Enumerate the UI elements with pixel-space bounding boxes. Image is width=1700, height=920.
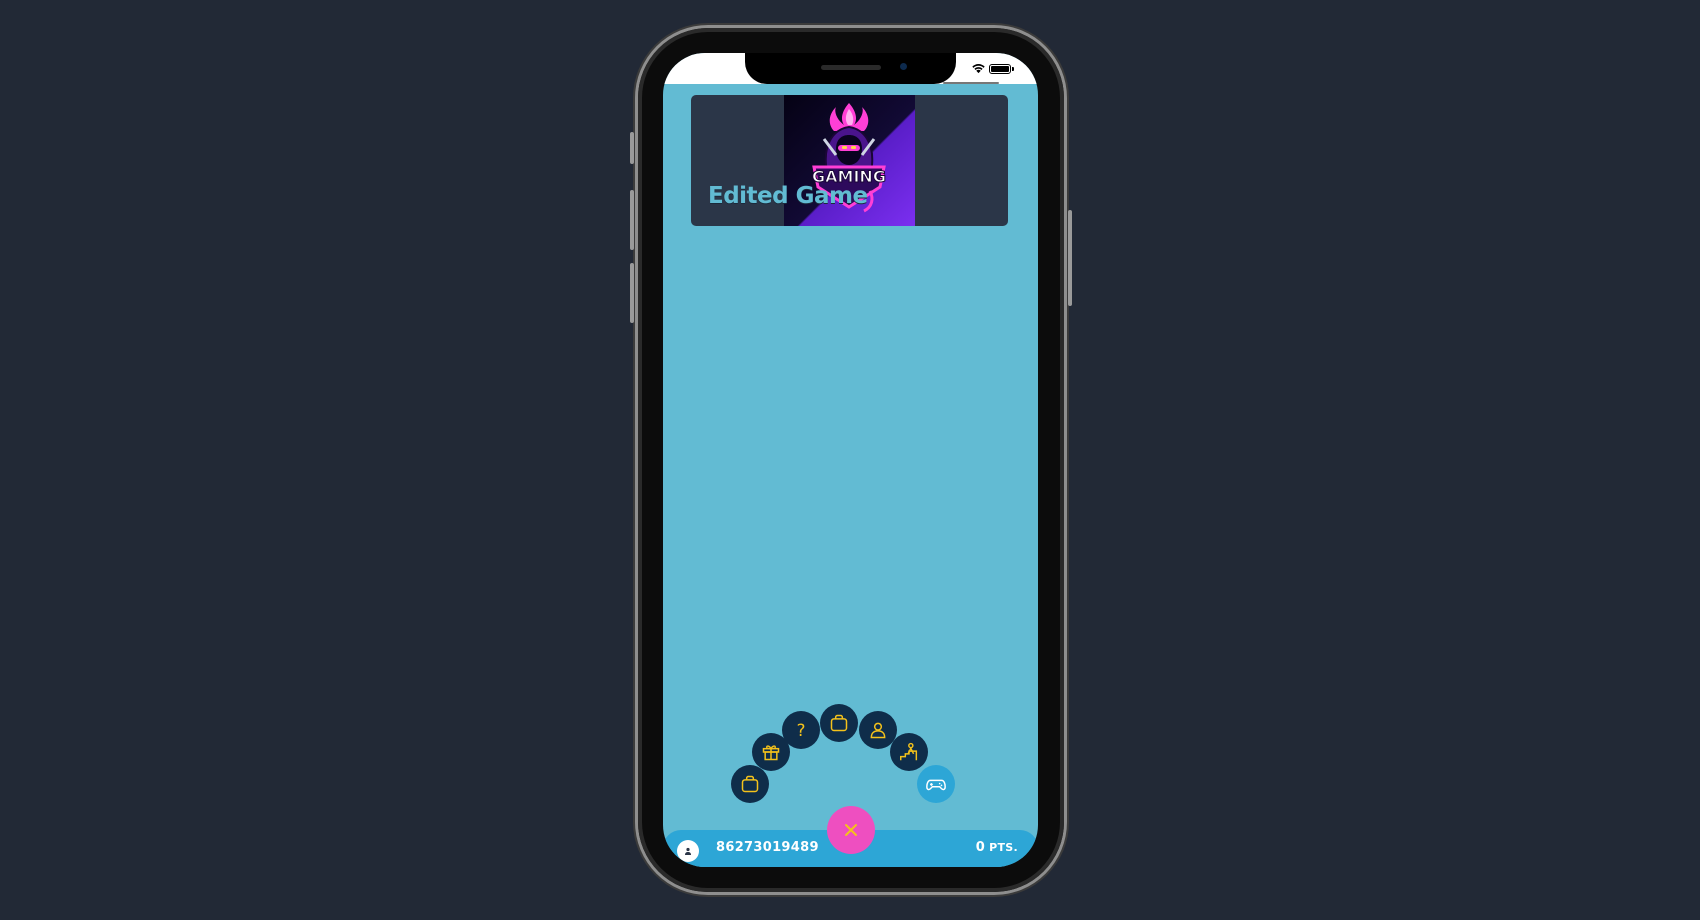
user-phone-number: 86273019489 [716, 840, 819, 855]
notch [745, 53, 956, 84]
games-menu-button[interactable] [917, 765, 955, 803]
status-indicator-line [943, 82, 999, 84]
game-card[interactable]: GAMING Edited Game [691, 95, 1008, 226]
camera [900, 63, 907, 70]
leaderboard-menu-button[interactable] [890, 733, 928, 771]
shopping-bag-icon [830, 714, 848, 732]
shop-menu-button[interactable] [820, 704, 858, 742]
gift-icon [762, 745, 780, 761]
help-menu-button[interactable]: ? [782, 711, 820, 749]
question-icon: ? [797, 721, 806, 740]
app-screen: GAMING Edited Game ? 86273019489 0 PTS. [663, 53, 1038, 867]
points-value: 0 [975, 840, 986, 855]
user-icon [685, 847, 691, 855]
volume-up-button [630, 190, 634, 250]
svg-text:?: ? [797, 721, 806, 740]
speaker [821, 65, 881, 70]
bag-menu-button[interactable] [731, 765, 769, 803]
phone-frame: GAMING Edited Game ? 86273019489 0 PTS. [630, 28, 1072, 892]
shopping-bag-icon [741, 775, 759, 793]
points-unit: PTS. [989, 841, 1018, 854]
status-bar [663, 53, 1038, 84]
gamepad-icon [926, 779, 946, 791]
close-icon [845, 824, 857, 836]
battery-icon [989, 64, 1014, 74]
volume-down-button [630, 263, 634, 323]
power-button [1068, 210, 1072, 306]
points-display: 0 PTS. [976, 840, 1018, 855]
user-icon [870, 722, 886, 739]
mute-switch [630, 132, 634, 164]
avatar[interactable] [677, 840, 699, 862]
game-title: Edited Game [708, 183, 868, 209]
close-menu-button[interactable] [827, 806, 875, 854]
wifi-icon [972, 64, 985, 74]
podium-icon [900, 742, 918, 761]
